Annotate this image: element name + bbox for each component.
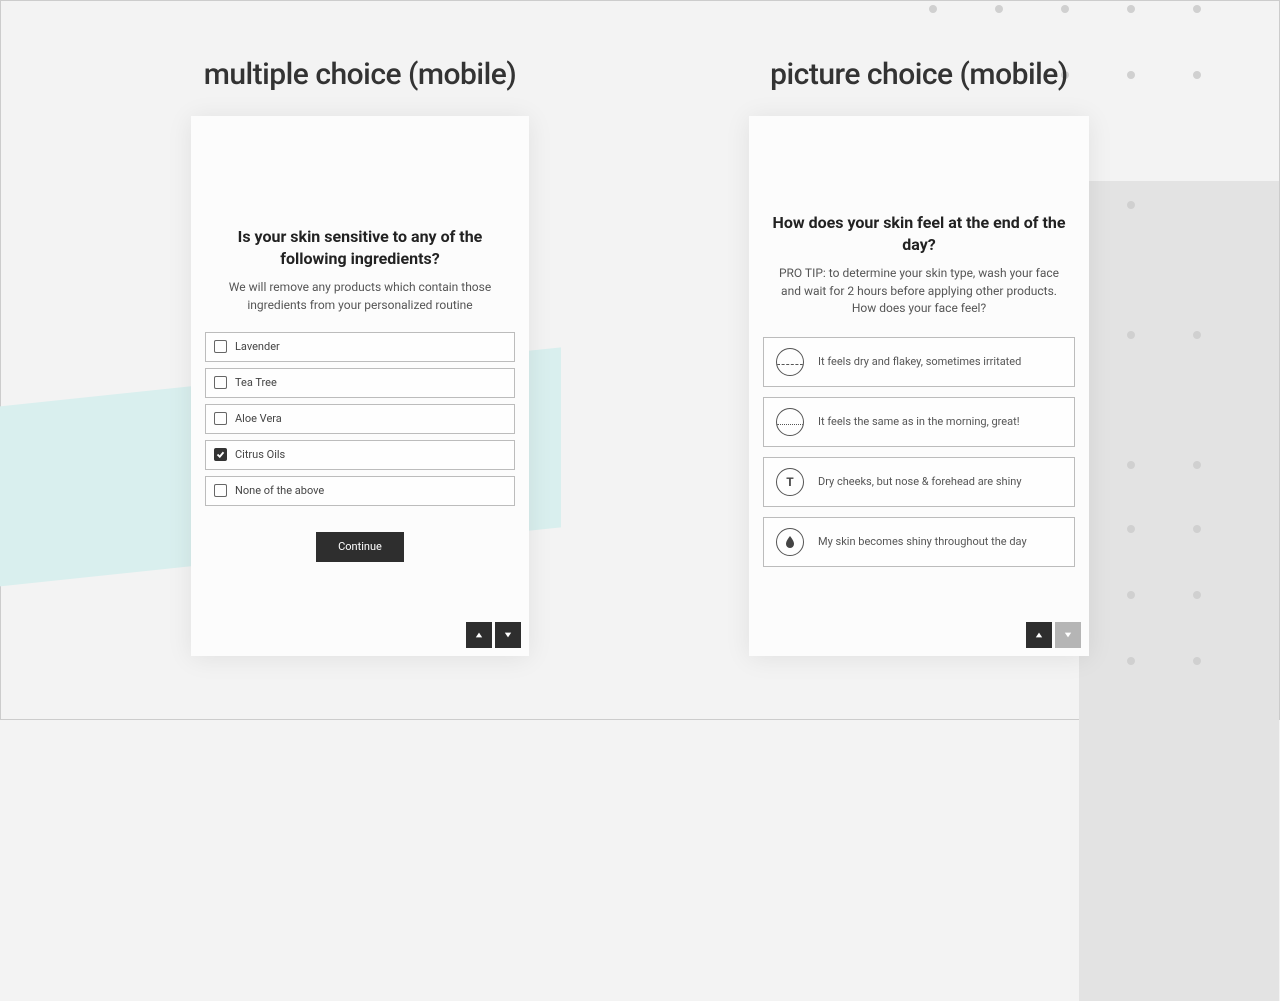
phone-mockup-left: Is your skin sensitive to any of the fol… <box>191 116 529 656</box>
checkbox-checked-icon <box>214 448 227 461</box>
right-title: picture choice (mobile) <box>770 57 1068 92</box>
nav-up-button[interactable] <box>1026 622 1052 648</box>
picture-option-combo[interactable]: T Dry cheeks, but nose & forehead are sh… <box>763 457 1075 507</box>
nav-down-button-disabled <box>1055 622 1081 648</box>
left-title: multiple choice (mobile) <box>204 57 517 92</box>
question-description: We will remove any products which contai… <box>205 279 515 314</box>
option-label: My skin becomes shiny throughout the day <box>818 535 1027 550</box>
picture-option-oily[interactable]: My skin becomes shiny throughout the day <box>763 517 1075 567</box>
picture-choice-column: picture choice (mobile) How does your sk… <box>749 57 1089 656</box>
option-label: It feels dry and flakey, sometimes irrit… <box>818 355 1021 370</box>
skin-dry-icon <box>776 348 804 376</box>
option-citrus-oils[interactable]: Citrus Oils <box>205 440 515 470</box>
skin-combo-icon: T <box>776 468 804 496</box>
picture-option-normal[interactable]: It feels the same as in the morning, gre… <box>763 397 1075 447</box>
nav-down-button[interactable] <box>495 622 521 648</box>
phone-mockup-right: How does your skin feel at the end of th… <box>749 116 1089 656</box>
checkbox-icon <box>214 340 227 353</box>
option-label: Aloe Vera <box>235 412 282 425</box>
checkbox-icon <box>214 412 227 425</box>
option-label: Lavender <box>235 340 280 353</box>
continue-button[interactable]: Continue <box>316 532 404 562</box>
option-label: Tea Tree <box>235 376 277 389</box>
checkbox-icon <box>214 484 227 497</box>
checkbox-icon <box>214 376 227 389</box>
question-description: PRO TIP: to determine your skin type, wa… <box>763 265 1075 317</box>
option-label: Dry cheeks, but nose & forehead are shin… <box>818 475 1022 490</box>
option-label: It feels the same as in the morning, gre… <box>818 415 1020 430</box>
option-label: None of the above <box>235 484 324 497</box>
option-label: Citrus Oils <box>235 448 285 461</box>
option-aloe-vera[interactable]: Aloe Vera <box>205 404 515 434</box>
nav-up-button[interactable] <box>466 622 492 648</box>
picture-option-dry[interactable]: It feels dry and flakey, sometimes irrit… <box>763 337 1075 387</box>
multiple-choice-column: multiple choice (mobile) Is your skin se… <box>191 57 529 656</box>
question-text: Is your skin sensitive to any of the fol… <box>205 226 515 269</box>
option-tea-tree[interactable]: Tea Tree <box>205 368 515 398</box>
option-lavender[interactable]: Lavender <box>205 332 515 362</box>
skin-oily-icon <box>776 528 804 556</box>
option-none[interactable]: None of the above <box>205 476 515 506</box>
question-text: How does your skin feel at the end of th… <box>763 212 1075 255</box>
skin-normal-icon <box>776 408 804 436</box>
